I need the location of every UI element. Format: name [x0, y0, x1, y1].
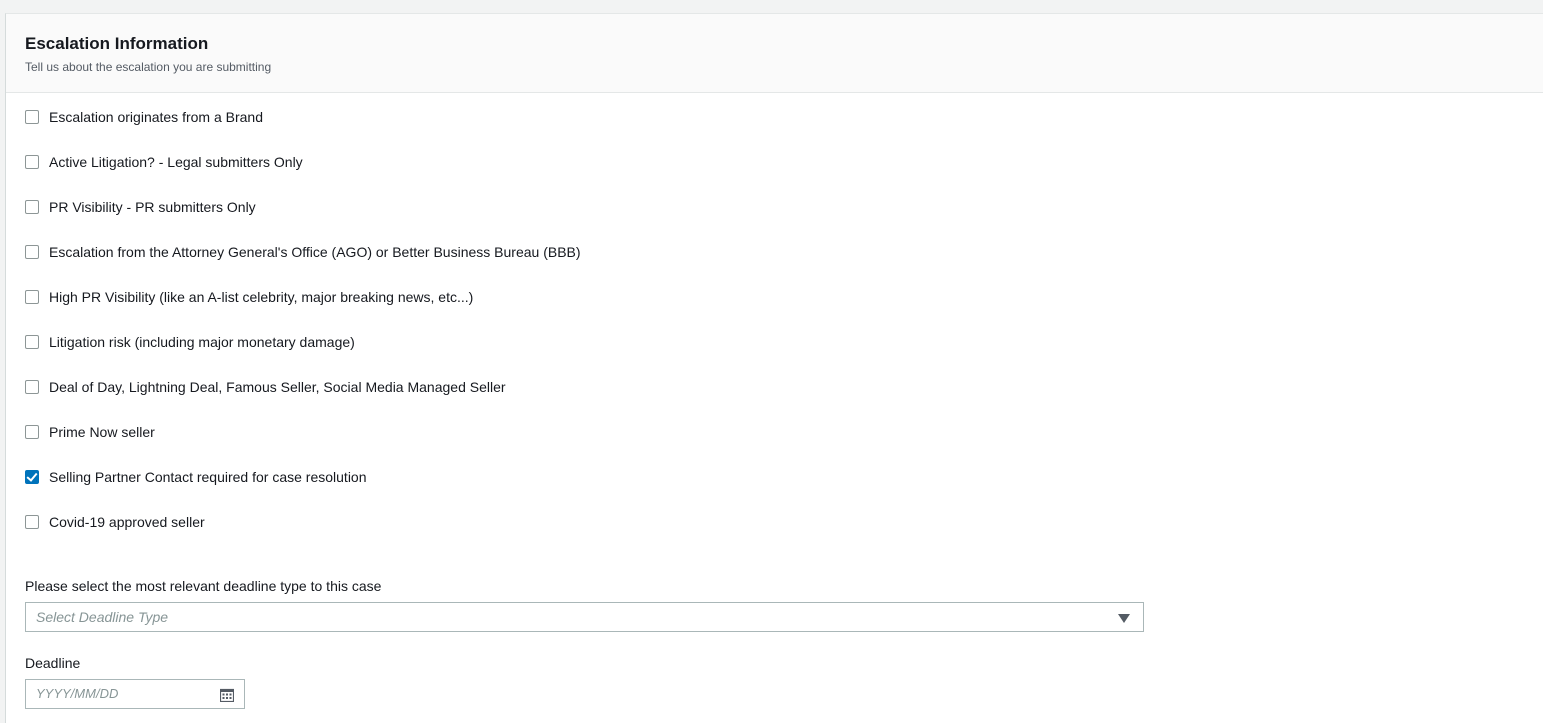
deadline-placeholder: YYYY/MM/DD — [36, 686, 119, 701]
checkbox-row-prime-now[interactable]: Prime Now seller — [25, 423, 1543, 468]
checkbox[interactable] — [25, 515, 39, 529]
deadline-field: Deadline YYYY/MM/DD — [25, 654, 1543, 709]
checkbox-row-ago-bbb[interactable]: Escalation from the Attorney General's O… — [25, 243, 1543, 288]
checkbox-row-covid-19[interactable]: Covid-19 approved seller — [25, 513, 1543, 558]
checkbox[interactable] — [25, 110, 39, 124]
checkbox-row-brand[interactable]: Escalation originates from a Brand — [25, 108, 1543, 153]
checkbox-row-pr-visibility[interactable]: PR Visibility - PR submitters Only — [25, 198, 1543, 243]
checkbox[interactable] — [25, 245, 39, 259]
checkbox[interactable] — [25, 425, 39, 439]
deadline-type-label: Please select the most relevant deadline… — [25, 578, 382, 594]
panel-body: Escalation originates from a Brand Activ… — [6, 93, 1543, 709]
calendar-icon[interactable] — [220, 688, 234, 702]
page-subtitle: Tell us about the escalation you are sub… — [25, 60, 272, 74]
deadline-label: Deadline — [25, 655, 81, 671]
chevron-down-icon[interactable] — [1118, 614, 1130, 623]
checkbox[interactable] — [25, 335, 39, 349]
escalation-checklist: Escalation originates from a Brand Activ… — [25, 93, 1543, 558]
checkbox-label[interactable]: Escalation originates from a Brand — [49, 108, 263, 126]
checkbox[interactable] — [25, 290, 39, 304]
deadline-type-field: Please select the most relevant deadline… — [25, 577, 1543, 632]
checkbox-label[interactable]: PR Visibility - PR submitters Only — [49, 198, 256, 216]
checkbox[interactable] — [25, 470, 39, 484]
checkbox-label[interactable]: Escalation from the Attorney General's O… — [49, 243, 581, 261]
checkbox-row-active-litigation[interactable]: Active Litigation? - Legal submitters On… — [25, 153, 1543, 198]
deadline-type-select[interactable]: Select Deadline Type — [25, 602, 1144, 632]
checkbox[interactable] — [25, 155, 39, 169]
checkbox-label[interactable]: High PR Visibility (like an A-list celeb… — [49, 288, 473, 306]
deadline-date-input[interactable]: YYYY/MM/DD — [25, 679, 245, 709]
checkbox-row-deal-of-day[interactable]: Deal of Day, Lightning Deal, Famous Sell… — [25, 378, 1543, 423]
deadline-type-placeholder: Select Deadline Type — [36, 609, 169, 625]
checkbox-row-high-pr-visibility[interactable]: High PR Visibility (like an A-list celeb… — [25, 288, 1543, 333]
checkbox[interactable] — [25, 200, 39, 214]
checkbox-row-litigation-risk[interactable]: Litigation risk (including major monetar… — [25, 333, 1543, 378]
checkbox-label[interactable]: Prime Now seller — [49, 423, 155, 441]
panel-header: Escalation Information Tell us about the… — [6, 14, 1543, 93]
checkbox-label[interactable]: Covid-19 approved seller — [49, 513, 205, 531]
checkbox-label[interactable]: Litigation risk (including major monetar… — [49, 333, 355, 351]
escalation-panel: Escalation Information Tell us about the… — [5, 13, 1543, 723]
checkbox-label[interactable]: Deal of Day, Lightning Deal, Famous Sell… — [49, 378, 506, 396]
checkbox[interactable] — [25, 380, 39, 394]
page-title: Escalation Information — [25, 34, 209, 53]
checkbox-row-selling-partner-contact[interactable]: Selling Partner Contact required for cas… — [25, 468, 1543, 513]
checkbox-label[interactable]: Active Litigation? - Legal submitters On… — [49, 153, 303, 171]
checkbox-label[interactable]: Selling Partner Contact required for cas… — [49, 468, 367, 486]
